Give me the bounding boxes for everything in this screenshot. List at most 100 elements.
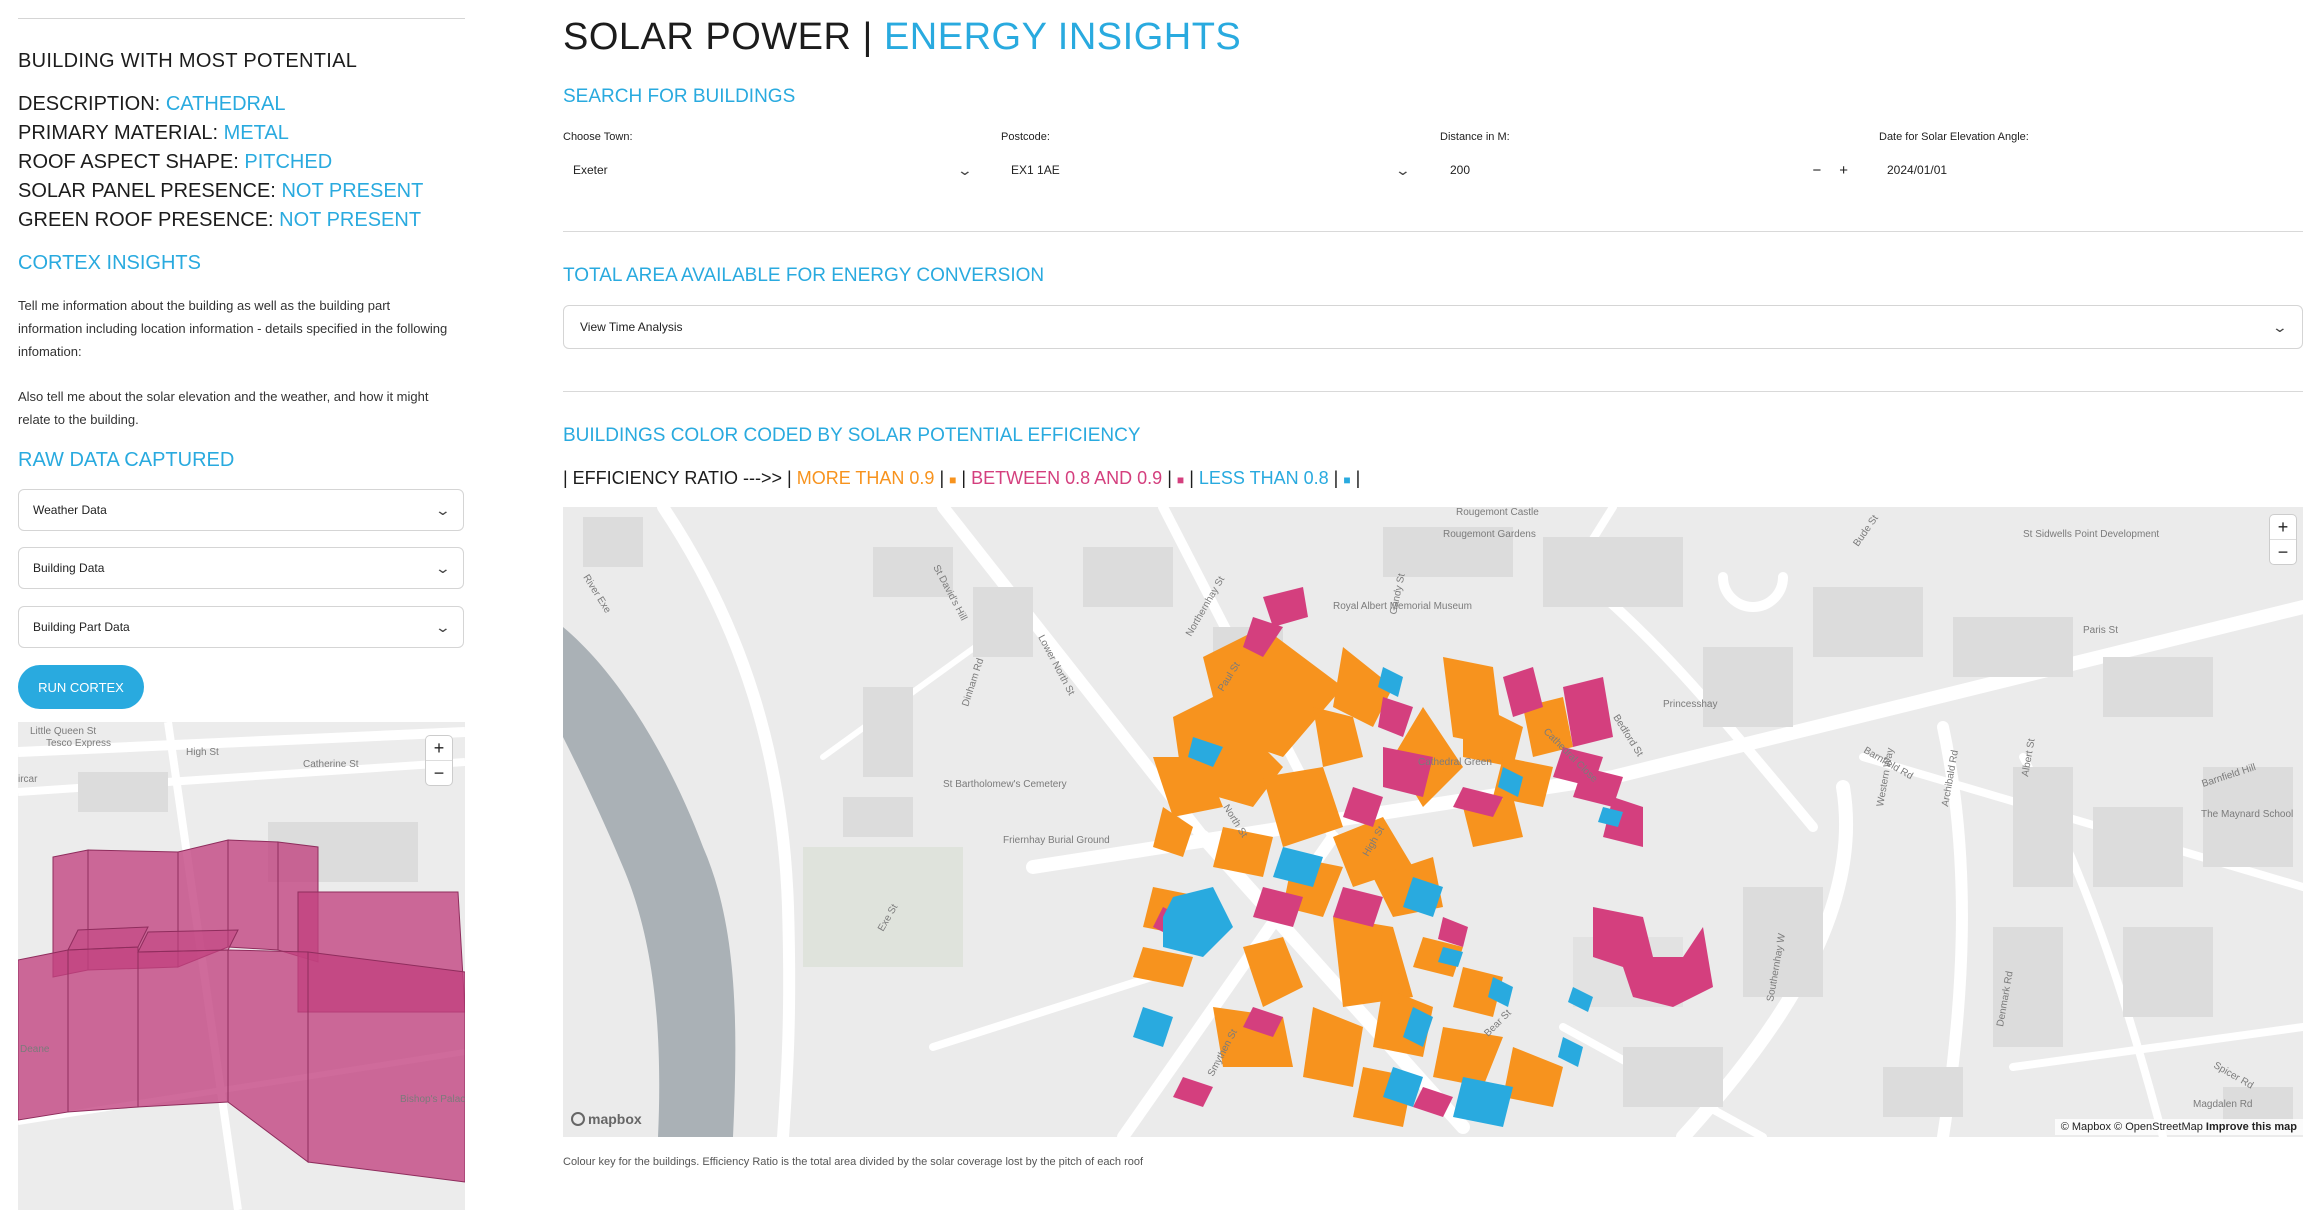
detail-solar-panel: SOLAR PANEL PRESENCE: NOT PRESENT: [18, 180, 423, 203]
solar-efficiency-map[interactable]: River Exe Rougemont Castle Rougemont Gar…: [563, 507, 2303, 1137]
map-label: Rougemont Castle: [1456, 507, 1539, 518]
detail-roof-aspect: ROOF ASPECT SHAPE: PITCHED: [18, 151, 332, 174]
distance-value: 200: [1450, 163, 1471, 177]
date-label: Date for Solar Elevation Angle:: [1879, 131, 2029, 143]
legend-swatch-orange: ■: [949, 473, 957, 487]
date-value: 2024/01/01: [1887, 163, 1948, 177]
cortex-prompt-part2: Also tell me about the solar elevation a…: [18, 389, 429, 427]
town-label: Choose Town:: [563, 131, 633, 143]
mapbox-logo-text: mapbox: [588, 1111, 642, 1127]
map-canvas: River Exe Rougemont Castle Rougemont Gar…: [563, 507, 2303, 1137]
detail-value: NOT PRESENT: [279, 209, 422, 231]
legend-less-label: LESS THAN 0.8: [1198, 468, 1329, 488]
map-caption: Colour key for the buildings. Efficiency…: [563, 1156, 1144, 1168]
map-label: Deane: [20, 1044, 50, 1055]
map-label: St Bartholomew's Cemetery: [943, 779, 1067, 790]
mapbox-logo-icon: [571, 1112, 585, 1126]
time-analysis-expander[interactable]: View Time Analysis ⌄: [563, 305, 2303, 349]
map-label: St Sidwells Point Development: [2023, 529, 2159, 540]
zoom-out-button[interactable]: −: [2270, 539, 2296, 564]
detail-value: METAL: [223, 122, 289, 144]
attribution-text[interactable]: © Mapbox © OpenStreetMap: [2061, 1121, 2203, 1133]
legend-between-label: BETWEEN 0.8 AND 0.9: [971, 468, 1163, 488]
building-3d-map[interactable]: Little Queen St Tesco Express High St Ca…: [18, 722, 465, 1210]
map-label: Magdalen Rd: [2193, 1099, 2252, 1110]
expander-label: Building Part Data: [33, 620, 130, 634]
run-cortex-button[interactable]: RUN CORTEX: [18, 665, 144, 709]
legend-sep: |: [1167, 468, 1172, 488]
weather-data-expander[interactable]: Weather Data ⌄: [18, 489, 464, 531]
distance-label: Distance in M:: [1440, 131, 1510, 143]
detail-value: NOT PRESENT: [281, 180, 424, 202]
sidebar-top-divider: [18, 18, 465, 19]
legend-prefix: | EFFICIENCY RATIO --->> |: [563, 468, 792, 488]
cortex-prompt-part1: Tell me information about the building a…: [18, 298, 448, 359]
map-label: Paris St: [2083, 625, 2118, 636]
map-label: Rougemont Gardens: [1443, 529, 1536, 540]
map-label: Princesshay: [1663, 699, 1717, 710]
map-label: Tesco Express: [46, 738, 111, 749]
postcode-select-value: EX1 1AE: [1011, 163, 1060, 177]
building-3d-map-canvas: Little Queen St Tesco Express High St Ca…: [18, 722, 465, 1210]
chevron-down-icon: ⌄: [434, 559, 452, 576]
legend-sep: |: [1333, 468, 1339, 488]
postcode-select[interactable]: EX1 1AE ⌄: [1001, 155, 1419, 185]
map-label: Catherine St: [303, 759, 359, 770]
legend-sep: |: [939, 468, 945, 488]
legend-swatch-magenta: ■: [1176, 473, 1185, 487]
date-input[interactable]: 2024/01/01: [1879, 155, 2303, 185]
map-zoom-control: + −: [2270, 515, 2296, 564]
chevron-down-icon: ⌄: [2271, 318, 2289, 335]
detail-green-roof: GREEN ROOF PRESENCE: NOT PRESENT: [18, 209, 421, 232]
zoom-in-button[interactable]: +: [2270, 515, 2296, 539]
detail-description: DESCRIPTION: CATHEDRAL: [18, 93, 285, 116]
zoom-out-button[interactable]: −: [426, 760, 452, 785]
efficiency-legend: | EFFICIENCY RATIO --->> | MORE THAN 0.9…: [563, 468, 1360, 489]
page-title: SOLAR POWER | ENERGY INSIGHTS: [563, 16, 1241, 59]
improve-map-link[interactable]: Improve this map: [2206, 1121, 2297, 1133]
detail-key: SOLAR PANEL PRESENCE:: [18, 180, 276, 202]
detail-key: ROOF ASPECT SHAPE:: [18, 151, 239, 173]
buildings-color-title: BUILDINGS COLOR CODED BY SOLAR POTENTIAL…: [563, 425, 1141, 446]
detail-key: PRIMARY MATERIAL:: [18, 122, 219, 144]
zoom-in-button[interactable]: +: [426, 736, 452, 760]
map-label: Bishop's Palace: [400, 1094, 465, 1105]
map-label: Friernhay Burial Ground: [1003, 835, 1110, 846]
mini-map-zoom-control: + −: [426, 736, 452, 785]
map-label: Cathedral Green: [1418, 757, 1492, 768]
chevron-down-icon: ⌄: [434, 618, 452, 635]
section-divider: [563, 231, 2303, 232]
decrement-button[interactable]: −: [1812, 162, 1821, 179]
legend-sep: |: [1189, 468, 1194, 488]
legend-sep: |: [1355, 468, 1361, 488]
total-area-title: TOTAL AREA AVAILABLE FOR ENERGY CONVERSI…: [563, 265, 1045, 286]
expander-label: Building Data: [33, 561, 105, 575]
building-part-data-expander[interactable]: Building Part Data ⌄: [18, 606, 464, 648]
raw-data-title: RAW DATA CAPTURED: [18, 449, 235, 471]
expander-label: Weather Data: [33, 503, 107, 517]
map-label: Royal Albert Memorial Museum: [1333, 601, 1472, 612]
detail-key: DESCRIPTION:: [18, 93, 161, 115]
search-buildings-title: SEARCH FOR BUILDINGS: [563, 86, 796, 107]
cortex-insights-title: CORTEX INSIGHTS: [18, 252, 201, 274]
most-potential-heading: BUILDING WITH MOST POTENTIAL: [18, 50, 358, 72]
map-attribution: © Mapbox © OpenStreetMap Improve this ma…: [2054, 1119, 2303, 1135]
detail-key: GREEN ROOF PRESENCE:: [18, 209, 274, 231]
expander-label: View Time Analysis: [580, 320, 683, 334]
map-label: ircar: [18, 774, 38, 785]
chevron-down-icon: ⌄: [434, 501, 452, 518]
legend-more-label: MORE THAN 0.9: [796, 468, 935, 488]
legend-sep: |: [961, 468, 967, 488]
legend-swatch-blue: ■: [1343, 473, 1351, 487]
detail-value: PITCHED: [244, 151, 333, 173]
chevron-down-icon: ⌄: [1394, 161, 1412, 178]
map-label: Little Queen St: [30, 726, 96, 737]
mapbox-logo[interactable]: mapbox: [571, 1111, 642, 1127]
detail-value: CATHEDRAL: [165, 93, 286, 115]
detail-primary-material: PRIMARY MATERIAL: METAL: [18, 122, 289, 145]
increment-button[interactable]: +: [1839, 162, 1848, 179]
page-title-accent: ENERGY INSIGHTS: [883, 16, 1242, 58]
distance-number-input[interactable]: 200 − +: [1440, 155, 1858, 185]
town-select[interactable]: Exeter ⌄: [563, 155, 981, 185]
building-data-expander[interactable]: Building Data ⌄: [18, 547, 464, 589]
